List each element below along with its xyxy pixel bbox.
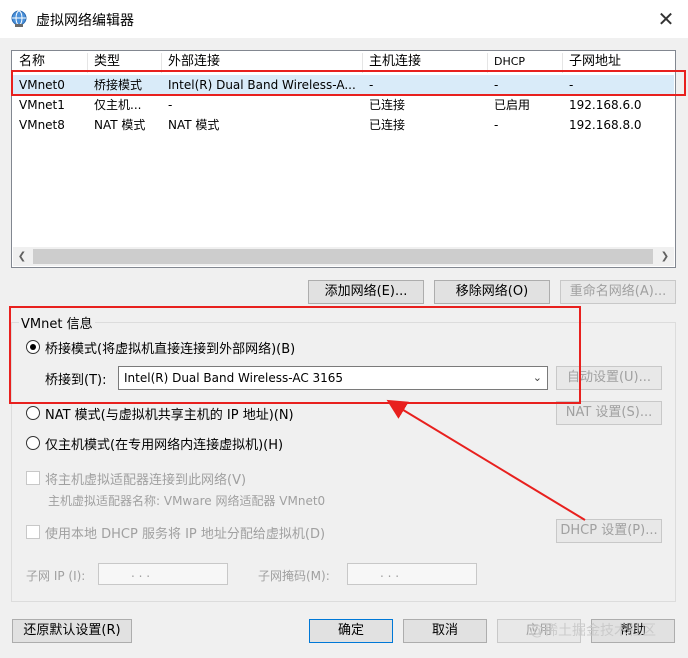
scrollbar-thumb[interactable] bbox=[33, 249, 653, 264]
subnet-ip-input[interactable]: . . . bbox=[98, 563, 228, 585]
remove-network-button[interactable]: 移除网络(O) bbox=[434, 280, 550, 304]
connect-adapter-label[interactable]: 将主机虚拟适配器连接到此网络(V) bbox=[45, 469, 246, 488]
table-row[interactable]: VMnet8 NAT 模式 NAT 模式 已连接 - 192.168.8.0 bbox=[13, 115, 674, 135]
nat-radio[interactable] bbox=[26, 406, 40, 420]
nat-settings-button[interactable]: NAT 设置(S)... bbox=[556, 401, 662, 425]
cell-host: 已连接 bbox=[369, 98, 406, 112]
cell-name: VMnet8 bbox=[19, 118, 65, 132]
window-title: 虚拟网络编辑器 bbox=[36, 13, 134, 29]
cell-dhcp: 已启用 bbox=[494, 98, 531, 112]
column-header-type[interactable]: 类型 bbox=[94, 53, 120, 71]
column-header-external[interactable]: 外部连接 bbox=[168, 53, 220, 71]
annotation-box-bridged bbox=[9, 306, 581, 404]
cell-external: NAT 模式 bbox=[168, 118, 220, 132]
rename-network-button[interactable]: 重命名网络(A)... bbox=[560, 280, 676, 304]
cell-subnet: 192.168.8.0 bbox=[569, 118, 642, 132]
ok-button[interactable]: 确定 bbox=[309, 619, 393, 643]
cell-subnet: 192.168.6.0 bbox=[569, 98, 642, 112]
scroll-right-icon[interactable]: ❯ bbox=[656, 247, 674, 266]
subnet-mask-label: 子网掩码(M): bbox=[258, 569, 330, 583]
horizontal-scrollbar[interactable]: ❮ ❯ bbox=[13, 247, 674, 266]
cell-type: NAT 模式 bbox=[94, 118, 146, 132]
cell-dhcp: - bbox=[494, 118, 499, 132]
restore-defaults-button[interactable]: 还原默认设置(R) bbox=[12, 619, 132, 643]
cell-external: - bbox=[168, 98, 173, 112]
subnet-ip-label: 子网 IP (I): bbox=[26, 569, 86, 583]
host-only-label[interactable]: 仅主机模式(在专用网络内连接虚拟机)(H) bbox=[45, 434, 283, 453]
add-network-button[interactable]: 添加网络(E)... bbox=[308, 280, 424, 304]
cell-name: VMnet1 bbox=[19, 98, 65, 112]
cancel-button[interactable]: 取消 bbox=[403, 619, 487, 643]
scroll-left-icon[interactable]: ❮ bbox=[13, 247, 31, 266]
annotation-box-vmnet0 bbox=[11, 70, 686, 96]
watermark: @稀土掘金技术社区 bbox=[530, 623, 656, 639]
table-row[interactable]: VMnet1 仅主机... - 已连接 已启用 192.168.6.0 bbox=[13, 95, 674, 115]
cell-type: 仅主机... bbox=[94, 98, 142, 112]
column-header-name[interactable]: 名称 bbox=[19, 53, 45, 71]
subnet-mask-dots: . . . bbox=[380, 566, 400, 580]
nat-label[interactable]: NAT 模式(与虚拟机共享主机的 IP 地址)(N) bbox=[45, 404, 294, 423]
close-icon[interactable]: ✕ bbox=[652, 5, 680, 33]
network-globe-icon bbox=[11, 10, 27, 27]
connect-adapter-checkbox[interactable] bbox=[26, 471, 40, 485]
adapter-name-label: 主机虚拟适配器名称: VMware 网络适配器 VMnet0 bbox=[48, 494, 326, 508]
dhcp-settings-button[interactable]: DHCP 设置(P)... bbox=[556, 519, 662, 543]
column-header-host[interactable]: 主机连接 bbox=[369, 53, 421, 71]
column-header-dhcp[interactable]: DHCP bbox=[494, 53, 525, 71]
dhcp-checkbox[interactable] bbox=[26, 525, 40, 539]
cell-host: 已连接 bbox=[369, 118, 406, 132]
dhcp-label[interactable]: 使用本地 DHCP 服务将 IP 地址分配给虚拟机(D) bbox=[45, 523, 325, 542]
subnet-mask-input[interactable]: . . . bbox=[347, 563, 477, 585]
column-header-subnet[interactable]: 子网地址 bbox=[569, 53, 621, 71]
host-only-radio[interactable] bbox=[26, 436, 40, 450]
subnet-ip-dots: . . . bbox=[131, 566, 151, 580]
